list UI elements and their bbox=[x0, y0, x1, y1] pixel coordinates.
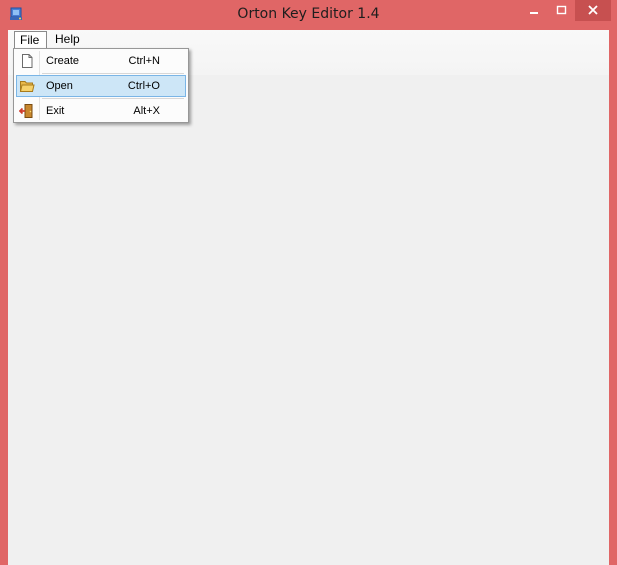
menu-item-label: Exit bbox=[46, 105, 65, 117]
minimize-button[interactable] bbox=[520, 0, 548, 21]
menu-item-shortcut: Alt+X bbox=[133, 105, 160, 117]
menu-item-shortcut: Ctrl+N bbox=[128, 55, 160, 67]
close-button[interactable] bbox=[575, 0, 611, 21]
title-bar[interactable]: Orton Key Editor 1.4 bbox=[0, 0, 617, 30]
menu-separator bbox=[42, 98, 184, 99]
menu-item-label: Open bbox=[46, 80, 73, 92]
minimize-icon bbox=[530, 12, 538, 14]
menu-item-create[interactable]: Create Ctrl+N bbox=[16, 50, 186, 72]
file-dropdown-menu: Create Ctrl+N Open Ctrl+O Exit Alt+X bbox=[13, 48, 189, 123]
menu-item-exit[interactable]: Exit Alt+X bbox=[16, 100, 186, 122]
close-icon bbox=[588, 5, 598, 15]
menu-item-label: Create bbox=[46, 55, 80, 67]
menu-file[interactable]: File bbox=[14, 31, 47, 49]
menu-help[interactable]: Help bbox=[50, 31, 90, 49]
menu-separator bbox=[42, 73, 184, 74]
maximize-icon bbox=[556, 5, 567, 15]
app-window: Orton Key Editor 1.4 File Help Create Ct… bbox=[0, 0, 617, 565]
maximize-button[interactable] bbox=[548, 0, 575, 21]
menu-item-shortcut: Ctrl+O bbox=[127, 80, 160, 92]
menu-item-open[interactable]: Open Ctrl+O bbox=[16, 75, 186, 97]
exit-door-icon bbox=[19, 104, 33, 118]
open-folder-icon bbox=[19, 81, 35, 92]
new-document-icon bbox=[22, 54, 33, 68]
